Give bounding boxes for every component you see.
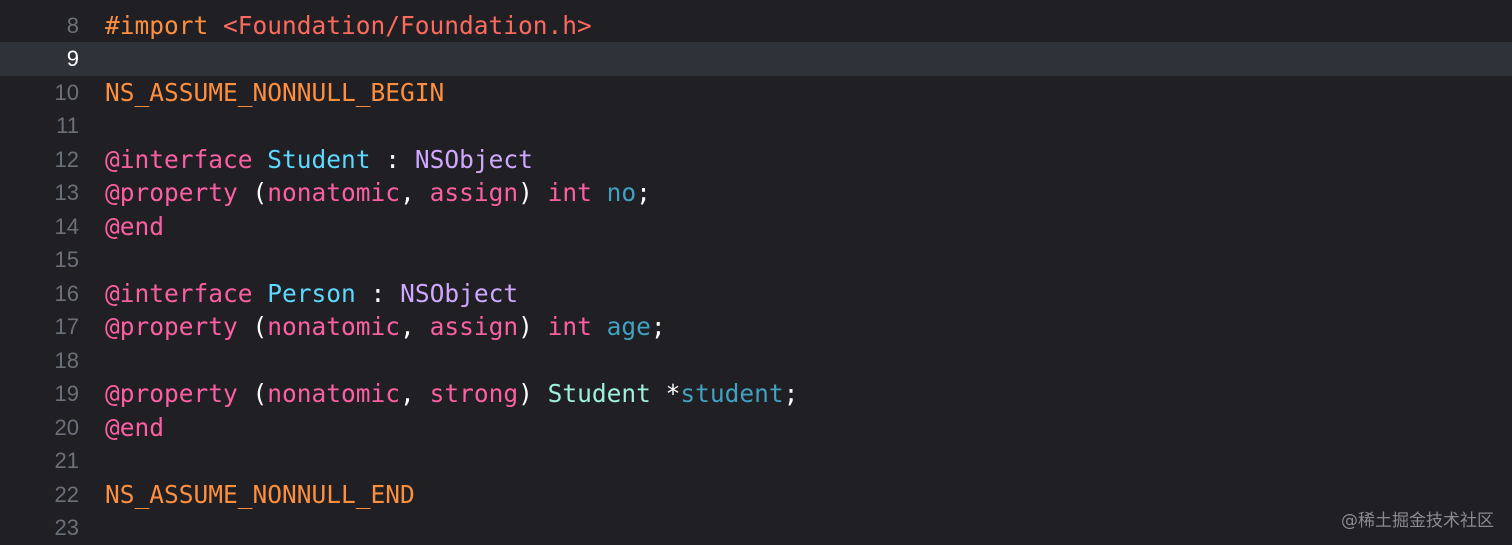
code-token: no	[606, 178, 637, 207]
watermark: @稀土掘金技术社区	[1341, 511, 1494, 531]
line-number: 17	[54, 314, 79, 339]
code-line[interactable]: 17 @property (nonatomic, assign) int age;	[0, 310, 1512, 344]
code-text[interactable]: @interface Person : NSObject	[105, 277, 518, 311]
code-token: @end	[105, 211, 165, 241]
code-token: #import	[105, 10, 209, 40]
code-text[interactable]: @property (nonatomic, strong) Student *s…	[105, 377, 798, 411]
code-token: assign	[429, 312, 519, 341]
code-token: @interface	[105, 144, 253, 174]
line-number: 22	[54, 481, 79, 507]
code-text[interactable]: #import <Foundation/Foundation.h>	[105, 9, 592, 43]
code-line[interactable]: 11	[0, 109, 1512, 143]
code-token: ;	[636, 178, 651, 207]
code-text[interactable]: @property (nonatomic, assign) int age;	[105, 310, 666, 344]
code-token: @property	[105, 312, 238, 341]
code-token: ;	[783, 379, 799, 408]
code-token: ,	[400, 379, 430, 408]
code-line[interactable]: 23	[0, 511, 1512, 545]
code-text[interactable]: NS_ASSUME_NONNULL_BEGIN	[105, 76, 444, 110]
line-number: 16	[54, 280, 79, 306]
code-token: )	[518, 178, 548, 207]
code-token: student	[680, 379, 784, 408]
code-line[interactable]: 19 @property (nonatomic, strong) Student …	[0, 377, 1512, 411]
line-number: 12	[54, 146, 79, 172]
code-text[interactable]: @end	[105, 210, 164, 244]
code-token: @property	[105, 178, 238, 207]
code-token: (	[237, 379, 268, 408]
line-number: 21	[54, 448, 79, 473]
code-token: Person	[267, 278, 356, 308]
code-token: NS_ASSUME_NONNULL_END	[105, 479, 415, 509]
code-token: :	[370, 144, 415, 174]
code-text[interactable]: @property (nonatomic, assign) int no;	[105, 176, 651, 210]
code-text[interactable]: NS_ASSUME_NONNULL_END	[105, 478, 415, 512]
code-token: int	[547, 178, 592, 207]
code-line[interactable]: 21	[0, 444, 1512, 478]
line-number: 8	[66, 12, 79, 38]
code-token: strong	[429, 379, 519, 408]
code-line[interactable]: 10 NS_ASSUME_NONNULL_BEGIN	[0, 76, 1512, 110]
code-token: assign	[429, 178, 519, 207]
code-line[interactable]: 22 NS_ASSUME_NONNULL_END	[0, 478, 1512, 512]
line-number: 13	[54, 180, 79, 205]
code-line[interactable]: 9	[0, 42, 1512, 76]
code-line[interactable]: 20 @end	[0, 411, 1512, 445]
code-token: Student	[547, 379, 651, 408]
code-line[interactable]: 13 @property (nonatomic, assign) int no;	[0, 176, 1512, 210]
line-number: 20	[54, 414, 79, 440]
code-token: NSObject	[414, 144, 533, 174]
code-line[interactable]: 15	[0, 243, 1512, 277]
code-token: )	[518, 379, 548, 408]
line-number: 14	[54, 213, 79, 239]
code-token: nonatomic	[267, 312, 401, 341]
code-token: @interface	[105, 278, 253, 308]
code-line[interactable]: 8 #import <Foundation/Foundation.h>	[0, 9, 1512, 43]
code-token: *	[650, 379, 681, 408]
code-text[interactable]: @interface Student : NSObject	[105, 143, 533, 177]
code-token: NS_ASSUME_NONNULL_BEGIN	[105, 77, 445, 107]
code-token: nonatomic	[267, 379, 401, 408]
line-number: 15	[54, 247, 79, 272]
code-token: @end	[105, 412, 165, 442]
code-token: ,	[400, 312, 430, 341]
code-text[interactable]: @end	[105, 411, 164, 445]
code-token: ,	[400, 178, 430, 207]
line-number: 18	[54, 347, 79, 373]
line-number: 11	[56, 113, 79, 138]
code-token: ;	[650, 312, 666, 341]
code-line[interactable]: 12 @interface Student : NSObject	[0, 143, 1512, 177]
line-number: 19	[54, 381, 79, 406]
code-token: (	[237, 178, 268, 207]
code-token: (	[237, 312, 268, 341]
code-token: NSObject	[400, 278, 519, 308]
code-line[interactable]: 14 @end	[0, 210, 1512, 244]
code-token: int	[547, 312, 592, 341]
code-token: nonatomic	[267, 178, 401, 207]
line-number: 23	[54, 515, 79, 540]
code-line[interactable]: 16 @interface Person : NSObject	[0, 277, 1512, 311]
code-token: :	[355, 278, 401, 308]
code-token: )	[518, 312, 548, 341]
line-number: 10	[54, 79, 79, 105]
code-editor[interactable]: 8 #import <Foundation/Foundation.h> 9 10 NS_…	[0, 0, 1512, 545]
code-token: age	[606, 312, 651, 341]
code-token: @property	[105, 379, 238, 408]
code-token: <Foundation/Foundation.h>	[223, 10, 592, 40]
line-number: 9	[66, 46, 79, 71]
code-line[interactable]: 18	[0, 344, 1512, 378]
code-token: Student	[267, 144, 371, 174]
